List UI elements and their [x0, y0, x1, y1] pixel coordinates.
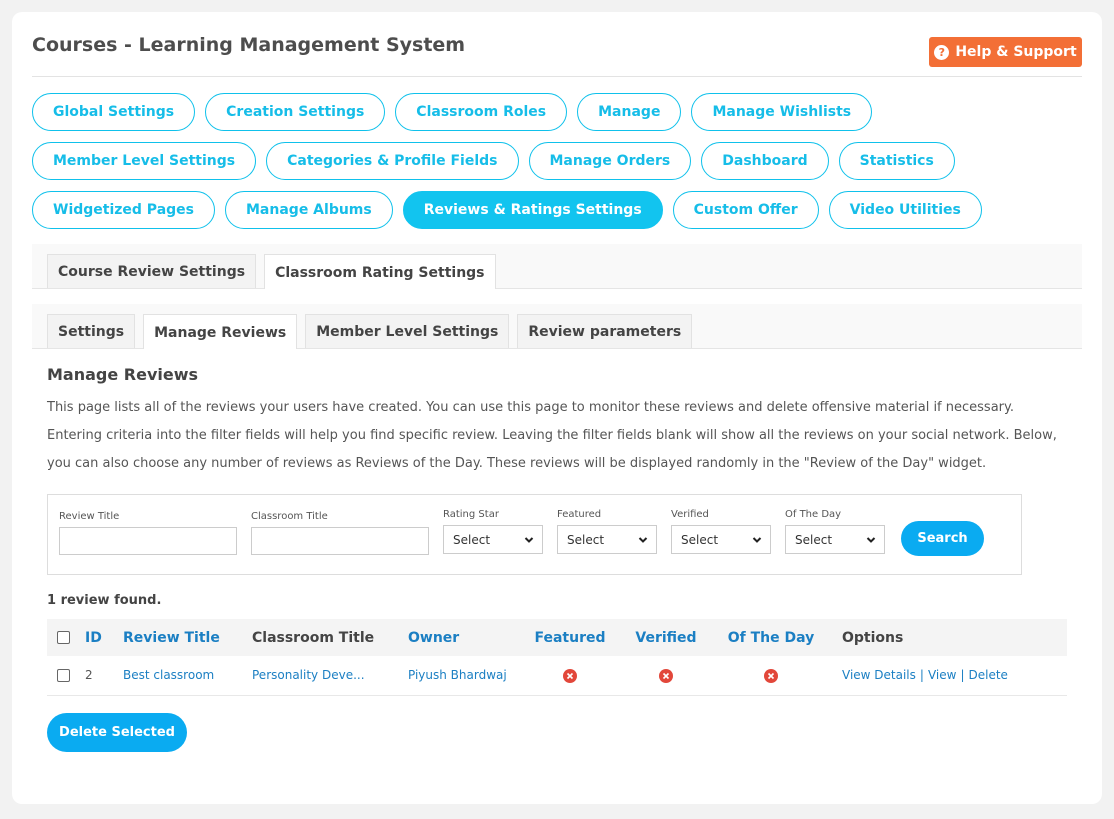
col-classroom-title: Classroom Title — [252, 619, 408, 656]
nav-creation-settings[interactable]: Creation Settings — [205, 93, 386, 131]
title-divider — [32, 76, 1082, 77]
verified-label: Verified — [671, 509, 709, 520]
rating-star-select[interactable]: Select — [443, 525, 543, 554]
verified-select[interactable]: Select — [671, 525, 771, 554]
row-classroom-title-cell: Personality Deve... — [252, 656, 408, 696]
row-review-title-cell: Best classroom — [123, 656, 252, 696]
chevron-down-icon — [752, 537, 762, 543]
row-featured-cell — [522, 656, 618, 696]
delete-link[interactable]: Delete — [968, 668, 1007, 682]
help-support-label: Help & Support — [955, 44, 1077, 60]
not-verified-icon[interactable] — [659, 668, 673, 683]
col-options: Options — [828, 619, 1067, 656]
verified-filter: Verified Select — [671, 509, 771, 554]
table-row: 2 Best classroom Personality Deve... Piy… — [47, 656, 1067, 696]
of-the-day-value: Select — [795, 532, 833, 547]
rating-star-filter: Rating Star Select — [443, 509, 543, 554]
nav-manage[interactable]: Manage — [577, 93, 682, 131]
review-sub-tabs: Settings Manage Reviews Member Level Set… — [32, 304, 1082, 349]
close-icon — [566, 672, 574, 679]
page-title: Courses - Learning Management System — [32, 34, 466, 56]
tab-manage-reviews[interactable]: Manage Reviews — [143, 314, 298, 349]
classroom-title-link[interactable]: Personality Deve... — [252, 668, 365, 682]
review-title-link[interactable]: Best classroom — [123, 668, 214, 682]
options-separator: | — [919, 668, 924, 683]
nav-dashboard[interactable]: Dashboard — [701, 142, 829, 180]
classroom-title-filter: Classroom Title — [251, 511, 429, 555]
not-featured-icon[interactable] — [563, 668, 577, 683]
row-select-cell — [47, 656, 85, 696]
row-of-the-day-cell — [714, 656, 828, 696]
chevron-down-icon — [638, 537, 648, 543]
featured-value: Select — [567, 532, 605, 547]
review-type-tabs: Course Review Settings Classroom Rating … — [32, 244, 1082, 289]
tab-classroom-rating-settings[interactable]: Classroom Rating Settings — [264, 254, 496, 289]
tab-settings[interactable]: Settings — [47, 314, 136, 348]
col-review-title[interactable]: Review Title — [123, 619, 252, 656]
review-title-input[interactable] — [59, 527, 237, 555]
rating-star-label: Rating Star — [443, 509, 499, 520]
featured-filter: Featured Select — [557, 509, 657, 554]
options-separator: | — [960, 668, 965, 683]
main-card: Courses - Learning Management System ? H… — [12, 12, 1102, 804]
nav-manage-wishlists[interactable]: Manage Wishlists — [691, 93, 873, 131]
nav-video-utilities[interactable]: Video Utilities — [828, 191, 982, 229]
featured-select[interactable]: Select — [557, 525, 657, 554]
main-nav: Global Settings Creation Settings Classr… — [32, 93, 1082, 229]
tab-review-parameters[interactable]: Review parameters — [517, 314, 693, 348]
not-of-the-day-icon[interactable] — [764, 668, 778, 683]
row-verified-cell — [618, 656, 714, 696]
review-title-filter: Review Title — [59, 511, 237, 555]
tab-course-review-settings[interactable]: Course Review Settings — [47, 254, 257, 288]
chevron-down-icon — [866, 537, 876, 543]
col-id[interactable]: ID — [85, 619, 123, 656]
results-count: 1 review found. — [47, 593, 162, 608]
of-the-day-select[interactable]: Select — [785, 525, 885, 554]
select-all-cell — [47, 619, 85, 656]
nav-reviews-ratings-settings[interactable]: Reviews & Ratings Settings — [402, 191, 663, 229]
view-details-link[interactable]: View Details — [842, 668, 916, 682]
search-button[interactable]: Search — [901, 521, 984, 556]
table-header-row: ID Review Title Classroom Title Owner Fe… — [47, 619, 1067, 656]
view-link[interactable]: View — [928, 668, 956, 682]
close-icon — [767, 672, 775, 679]
tab-member-level-settings[interactable]: Member Level Settings — [305, 314, 510, 348]
filter-form: Review Title Classroom Title Rating Star… — [47, 494, 1022, 575]
owner-link[interactable]: Piyush Bhardwaj — [408, 668, 507, 682]
verified-value: Select — [681, 532, 719, 547]
classroom-title-label: Classroom Title — [251, 511, 328, 522]
featured-label: Featured — [557, 509, 602, 520]
row-owner-cell: Piyush Bhardwaj — [408, 656, 522, 696]
nav-member-level-settings[interactable]: Member Level Settings — [32, 142, 257, 180]
nav-global-settings[interactable]: Global Settings — [32, 93, 196, 131]
nav-classroom-roles[interactable]: Classroom Roles — [395, 93, 568, 131]
close-icon — [662, 672, 670, 679]
delete-selected-button[interactable]: Delete Selected — [47, 713, 187, 752]
chevron-down-icon — [524, 537, 534, 543]
section-description: This page lists all of the reviews your … — [47, 400, 1057, 471]
help-support-button[interactable]: ? Help & Support — [929, 37, 1082, 67]
nav-categories-profile-fields[interactable]: Categories & Profile Fields — [266, 142, 519, 180]
nav-manage-orders[interactable]: Manage Orders — [528, 142, 692, 180]
col-of-the-day[interactable]: Of The Day — [714, 619, 828, 656]
col-verified[interactable]: Verified — [618, 619, 714, 656]
nav-statistics[interactable]: Statistics — [838, 142, 955, 180]
col-owner[interactable]: Owner — [408, 619, 522, 656]
nav-manage-albums[interactable]: Manage Albums — [225, 191, 393, 229]
select-all-checkbox[interactable] — [57, 631, 70, 644]
row-options-cell: View Details | View | Delete — [828, 656, 1067, 696]
review-title-label: Review Title — [59, 511, 120, 522]
reviews-table: ID Review Title Classroom Title Owner Fe… — [47, 619, 1067, 696]
nav-custom-offer[interactable]: Custom Offer — [672, 191, 819, 229]
rating-star-value: Select — [453, 532, 491, 547]
nav-widgetized-pages[interactable]: Widgetized Pages — [32, 191, 215, 229]
row-id: 2 — [85, 656, 123, 696]
classroom-title-input[interactable] — [251, 527, 429, 555]
of-the-day-label: Of The Day — [785, 509, 842, 520]
row-checkbox[interactable] — [57, 669, 70, 683]
question-circle-icon: ? — [934, 44, 950, 60]
col-featured[interactable]: Featured — [522, 619, 618, 656]
section-title: Manage Reviews — [47, 365, 199, 384]
of-the-day-filter: Of The Day Select — [785, 509, 885, 554]
